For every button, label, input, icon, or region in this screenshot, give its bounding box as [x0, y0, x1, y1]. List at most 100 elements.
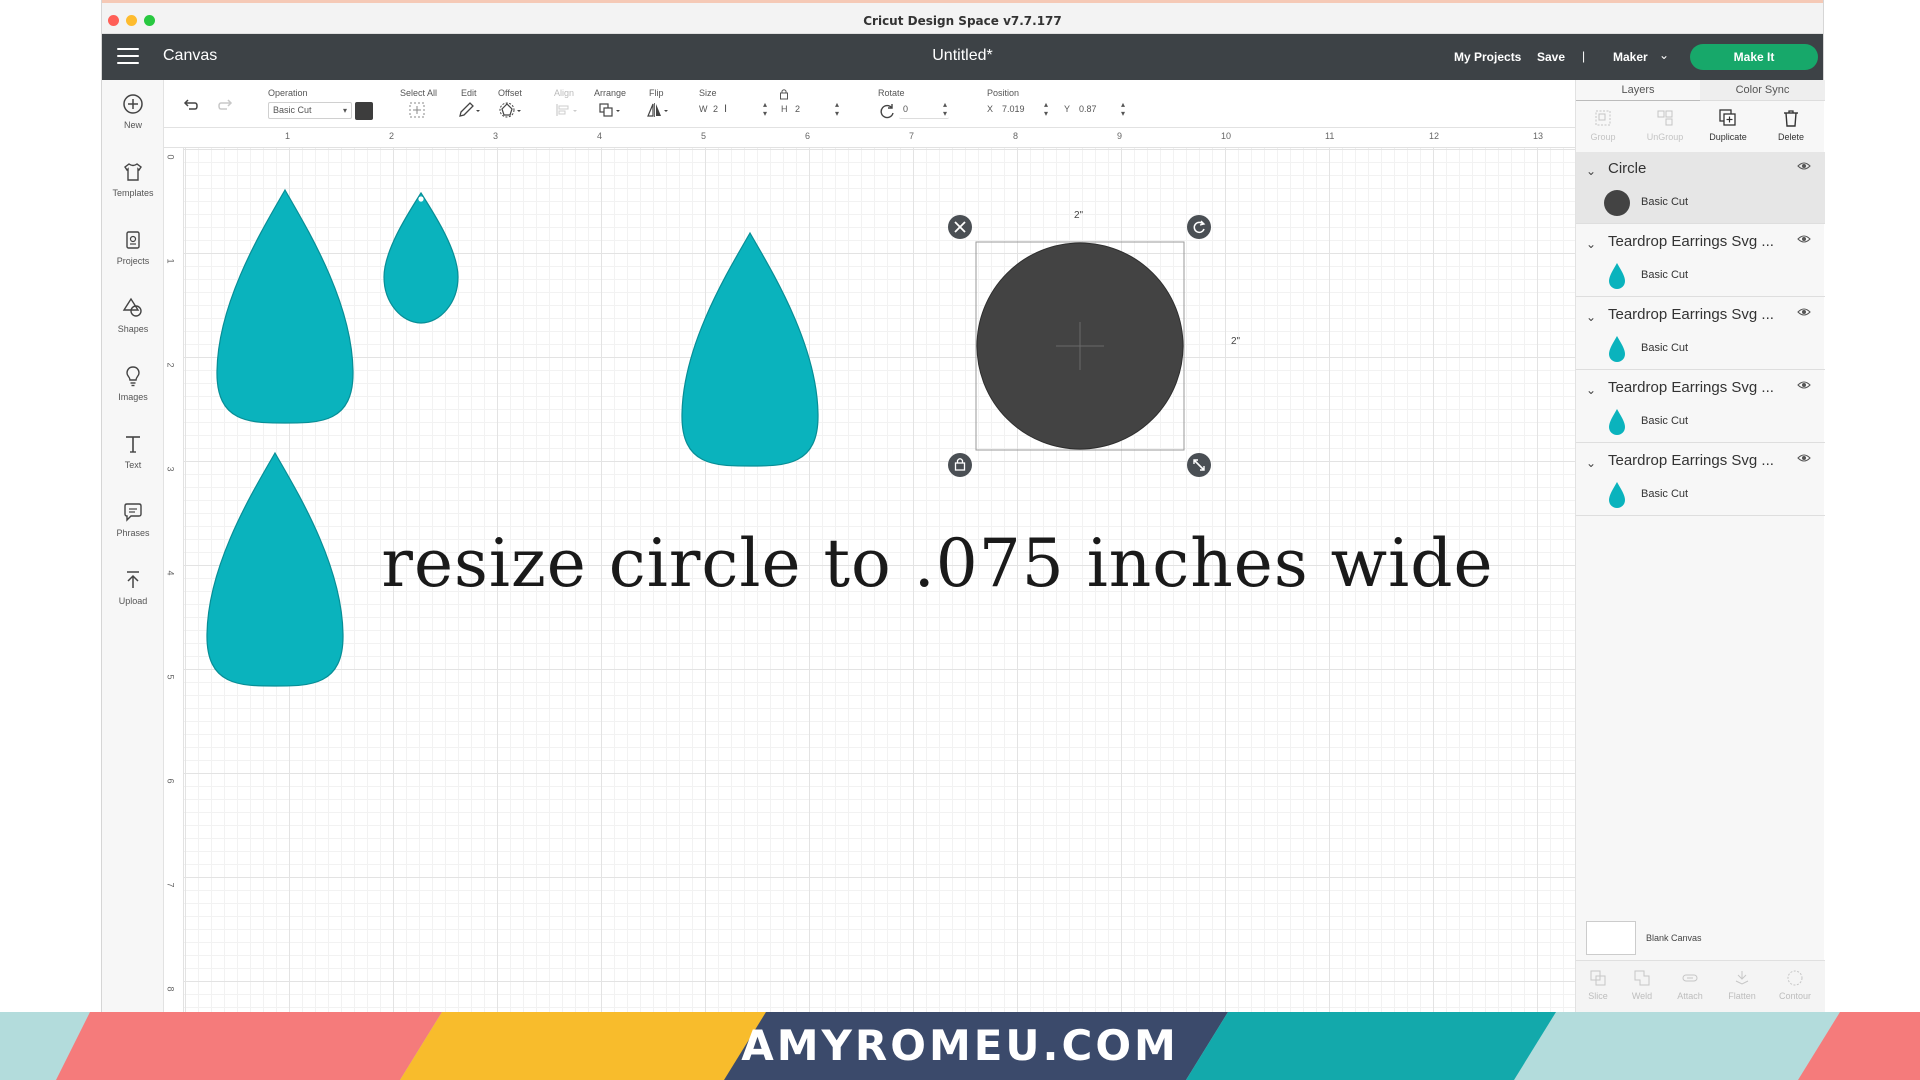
operation-select[interactable]: Basic Cut ▾ [268, 102, 352, 119]
arrange-label: Arrange [594, 88, 627, 98]
flatten-button[interactable]: Flatten [1720, 969, 1764, 1001]
lock-proportions-icon[interactable] [779, 88, 789, 100]
delete-handle[interactable] [948, 215, 972, 239]
machine-select[interactable]: Maker [1613, 50, 1648, 64]
stepper-icon[interactable]: ▴ ▾ [1121, 100, 1125, 118]
ruler-tick-label: 9 [1117, 131, 1123, 141]
duplicate-icon [1719, 109, 1736, 126]
contour-button[interactable]: Contour [1773, 969, 1817, 1001]
trash-icon [1784, 110, 1798, 127]
group-button[interactable]: Group [1578, 108, 1628, 142]
ruler-tick-label: 5 [701, 131, 707, 141]
left-tool-label: Text [124, 460, 142, 470]
y-position-input[interactable]: 0.87 ▴ ▾ [1075, 100, 1127, 119]
rotate-value: 0 [903, 104, 909, 114]
left-tool-images[interactable]: Images [102, 364, 164, 402]
eye-icon[interactable] [1797, 453, 1811, 463]
save-link[interactable]: Save [1537, 50, 1565, 64]
chevron-down-icon[interactable]: ⌄ [1586, 383, 1596, 397]
make-it-button[interactable]: Make It [1690, 44, 1818, 70]
left-tool-new[interactable]: New [102, 92, 164, 130]
attach-button[interactable]: Attach [1668, 969, 1712, 1001]
rotate-input[interactable]: 0 ▴ ▾ [899, 100, 949, 119]
brand-banner-text: AMYROMEU.COM [741, 1021, 1179, 1070]
eye-icon[interactable] [1797, 234, 1811, 244]
my-projects-link[interactable]: My Projects [1454, 50, 1521, 64]
teardrop-shape[interactable] [681, 231, 819, 467]
ruler-tick-label: 10 [1221, 131, 1232, 141]
y-label: Y [1064, 104, 1071, 114]
x-position-input[interactable]: 7.019 ▴ ▾ [998, 100, 1050, 119]
ungroup-button[interactable]: UnGroup [1640, 108, 1690, 142]
tab-layers[interactable]: Layers [1576, 80, 1700, 101]
chevron-down-icon[interactable]: ⌄ [1586, 310, 1596, 324]
ruler-tick-label: 2 [389, 131, 395, 141]
attach-icon [1682, 974, 1698, 982]
contour-label: Contour [1778, 991, 1812, 1001]
layer-operation: Basic Cut [1641, 488, 1689, 500]
width-input[interactable]: 2 I ▴ ▾ [709, 100, 769, 119]
contour-icon [1787, 970, 1803, 986]
teardrop-shape[interactable] [216, 188, 354, 424]
layer-thumbnail-teardrop [1609, 263, 1625, 289]
layer-thumbnail-teardrop [1609, 482, 1625, 508]
hamburger-menu-icon[interactable] [117, 48, 139, 66]
canvas-label: Canvas [163, 47, 218, 64]
layer-group-teardrop[interactable]: ⌄ Teardrop Earrings Svg ... Basic Cut [1576, 298, 1825, 370]
stepper-icon[interactable]: ▴ ▾ [1044, 100, 1048, 118]
weld-button[interactable]: Weld [1620, 969, 1664, 1001]
arrange-icon[interactable] [597, 101, 623, 119]
flip-icon[interactable] [645, 101, 671, 119]
select-all-icon[interactable] [408, 101, 426, 119]
offset-icon[interactable] [498, 101, 524, 119]
duplicate-button[interactable]: Duplicate [1703, 108, 1753, 142]
stepper-icon[interactable]: ▴ ▾ [943, 100, 947, 118]
tab-color-sync[interactable]: Color Sync [1700, 80, 1825, 101]
layer-group-circle[interactable]: ⌄ Circle Basic Cut [1576, 152, 1825, 224]
teardrop-shape[interactable] [383, 191, 459, 324]
left-tool-projects[interactable]: Projects [102, 228, 164, 266]
rotate-handle[interactable] [1187, 215, 1211, 239]
layer-group-teardrop[interactable]: ⌄ Teardrop Earrings Svg ... Basic Cut [1576, 371, 1825, 443]
blank-canvas-swatch[interactable] [1586, 921, 1636, 955]
layer-thumbnail-circle [1604, 190, 1630, 216]
chevron-down-icon[interactable]: ⌄ [1659, 48, 1669, 62]
resize-handle[interactable] [1187, 453, 1211, 477]
left-tool-templates[interactable]: Templates [102, 160, 164, 198]
eye-icon[interactable] [1797, 380, 1811, 390]
lock-handle[interactable] [948, 453, 972, 477]
edit-toolbar: Operation Basic Cut ▾ Select All Edit Off… [164, 80, 1575, 128]
chevron-down-icon[interactable]: ⌄ [1586, 456, 1596, 470]
screenshot-stage: Cricut Design Space v7.7.177 Canvas Unti… [0, 0, 1920, 1080]
position-label: Position [987, 88, 1020, 98]
layer-operation: Basic Cut [1641, 196, 1689, 208]
left-tool-shapes[interactable]: Shapes [102, 296, 164, 334]
stepper-icon[interactable]: ▴ ▾ [835, 100, 839, 118]
ruler-tick-label: 1 [165, 258, 176, 264]
blank-canvas-label: Blank Canvas [1646, 933, 1702, 943]
ruler-tick-label: 5 [165, 674, 176, 680]
redo-icon[interactable] [217, 96, 235, 114]
ruler-tick-label: 0 [165, 154, 176, 160]
chevron-down-icon[interactable]: ⌄ [1586, 164, 1596, 178]
layer-group-teardrop[interactable]: ⌄ Teardrop Earrings Svg ... Basic Cut [1576, 444, 1825, 516]
delete-button[interactable]: Delete [1766, 108, 1816, 142]
undo-icon[interactable] [181, 96, 199, 114]
ruler-tick-label: 7 [909, 131, 915, 141]
align-icon[interactable] [554, 101, 580, 119]
rotate-label: Rotate [878, 88, 905, 98]
eye-icon[interactable] [1797, 307, 1811, 317]
stepper-icon[interactable]: ▴ ▾ [763, 100, 767, 118]
flip-label: Flip [649, 88, 664, 98]
height-input[interactable]: 2 ▴ ▾ [791, 100, 841, 119]
left-tool-text[interactable]: Text [102, 432, 164, 470]
document-title[interactable]: Untitled* [932, 47, 992, 64]
layer-group-teardrop[interactable]: ⌄ Teardrop Earrings Svg ... Basic Cut [1576, 225, 1825, 297]
chevron-down-icon[interactable]: ⌄ [1586, 237, 1596, 251]
slice-button[interactable]: Slice [1576, 969, 1620, 1001]
operation-color-swatch[interactable] [355, 102, 373, 120]
layer-actions-bar: Slice Weld Attach Flatten Contour [1576, 960, 1825, 1012]
delete-label: Delete [1777, 132, 1804, 142]
edit-pencil-icon[interactable] [457, 101, 483, 119]
eye-icon[interactable] [1797, 161, 1811, 171]
